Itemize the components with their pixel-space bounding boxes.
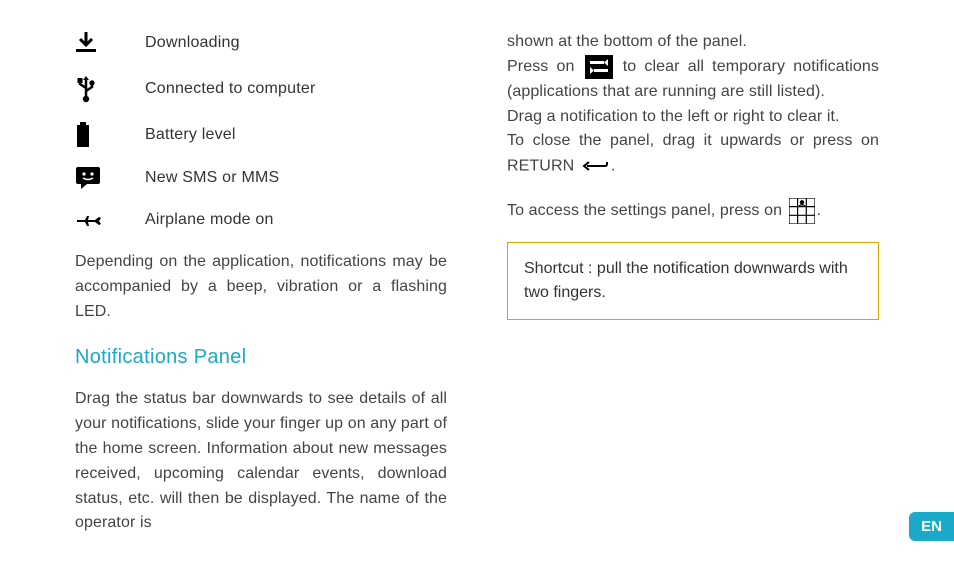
icon-row: Connected to computer (75, 74, 447, 104)
notifications-panel-heading: Notifications Panel (75, 346, 447, 369)
text-span: To access the settings panel, press on (507, 202, 787, 219)
icon-row: Airplane mode on (75, 208, 447, 232)
drag-paragraph: Drag the status bar downwards to see det… (75, 387, 447, 536)
icon-label: Connected to computer (145, 80, 316, 98)
text-span: Drag a notification to the left or right… (507, 108, 840, 125)
shortcut-text: Shortcut : pull the notification downwar… (524, 260, 848, 301)
icon-label: New SMS or MMS (145, 169, 279, 187)
icon-label: Airplane mode on (145, 211, 274, 229)
status-icon-list: Downloading Connected to computer (75, 30, 447, 232)
icon-label: Downloading (145, 34, 240, 52)
icon-row: New SMS or MMS (75, 166, 447, 190)
icon-row: Downloading (75, 30, 447, 56)
usb-icon (75, 74, 145, 104)
text-span: . (817, 202, 822, 219)
icon-label: Battery level (145, 126, 236, 144)
language-badge: EN (909, 512, 954, 541)
airplane-icon (75, 208, 145, 232)
sms-icon (75, 166, 145, 190)
text-span: . (611, 158, 616, 175)
beep-paragraph: Depending on the application, notificati… (75, 250, 447, 324)
return-icon (581, 154, 609, 179)
battery-icon (75, 122, 145, 148)
right-paragraph-2: To access the settings panel, press on . (507, 198, 879, 224)
shortcut-box: Shortcut : pull the notification downwar… (507, 242, 879, 320)
text-span: shown at the bottom of the panel. (507, 33, 747, 50)
settings-grid-icon (789, 198, 815, 224)
clear-icon (585, 55, 613, 79)
right-paragraph-1: shown at the bottom of the panel. Press … (507, 30, 879, 180)
icon-row: Battery level (75, 122, 447, 148)
right-column: shown at the bottom of the panel. Press … (477, 30, 894, 535)
left-column: Downloading Connected to computer (60, 30, 477, 535)
text-span: To close the panel, drag it upwards or p… (507, 132, 879, 174)
text-span: Press on (507, 58, 583, 75)
download-icon (75, 30, 145, 56)
